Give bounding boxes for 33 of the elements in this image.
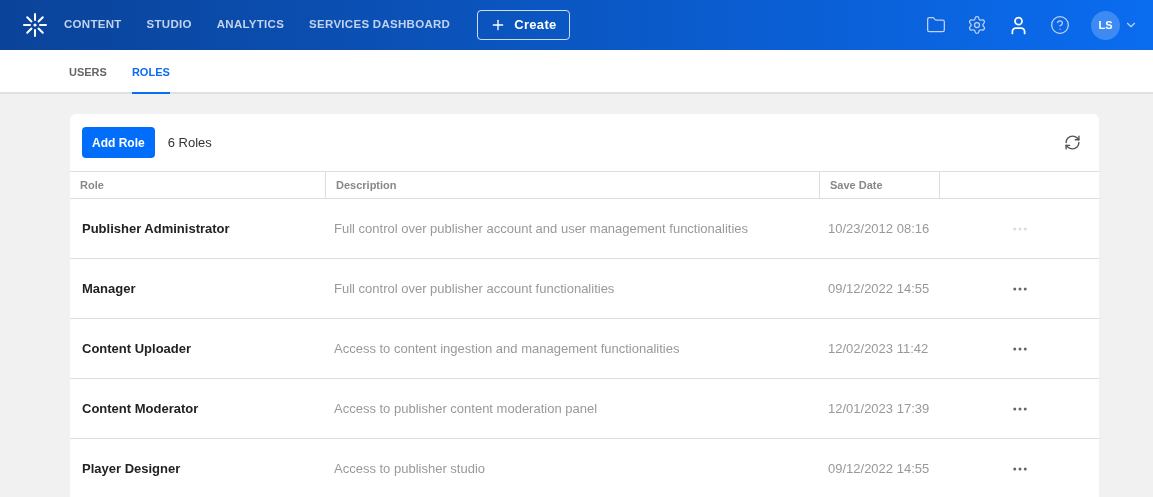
role-description: Full control over publisher account functionalities <box>333 279 616 298</box>
role-description: Access to publisher content moderation panel <box>333 399 599 418</box>
roles-count: 6 Roles <box>167 133 212 152</box>
role-name: Publisher Administrator <box>81 219 231 238</box>
save-date: 12/02/2023 11:42 <box>827 339 930 358</box>
nav-link[interactable]: ANALYTICS <box>216 16 285 34</box>
add-role-button[interactable]: Add Role <box>82 127 155 158</box>
tab[interactable]: ROLES <box>131 50 170 94</box>
nav-link[interactable]: STUDIO <box>146 16 192 34</box>
logo-icon[interactable] <box>23 13 47 37</box>
role-name: Manager <box>81 279 137 298</box>
role-description: Access to publisher studio <box>333 459 487 478</box>
folder-icon[interactable] <box>926 15 946 35</box>
save-date: 12/01/2023 17:39 <box>827 399 931 418</box>
save-date: 10/23/2012 08:16 <box>827 219 931 238</box>
role-description: Full control over publisher account and user management functionalities <box>333 219 750 238</box>
save-date: 09/12/2022 14:55 <box>827 459 931 478</box>
save-date: 09/12/2022 14:55 <box>827 279 931 298</box>
nav-link[interactable]: CONTENT <box>64 16 122 34</box>
help-icon[interactable] <box>1050 15 1070 35</box>
nav-link[interactable]: SERVICES DASHBOARD <box>309 16 451 34</box>
create-button[interactable]: Create <box>477 10 570 40</box>
role-name: Content Uploader <box>81 339 193 358</box>
column-header: Description <box>326 172 820 198</box>
column-header: Role <box>70 172 326 198</box>
role-name: Player Designer <box>81 459 182 478</box>
tab[interactable]: USERS <box>69 50 107 94</box>
column-header: Save Date <box>820 172 940 198</box>
role-description: Access to content ingestion and management functionalities <box>333 339 681 358</box>
role-name: Content Moderator <box>81 399 200 418</box>
settings-icon[interactable] <box>967 15 987 35</box>
user-avatar[interactable]: LS <box>1091 10 1120 40</box>
refresh-icon[interactable] <box>1064 134 1081 151</box>
